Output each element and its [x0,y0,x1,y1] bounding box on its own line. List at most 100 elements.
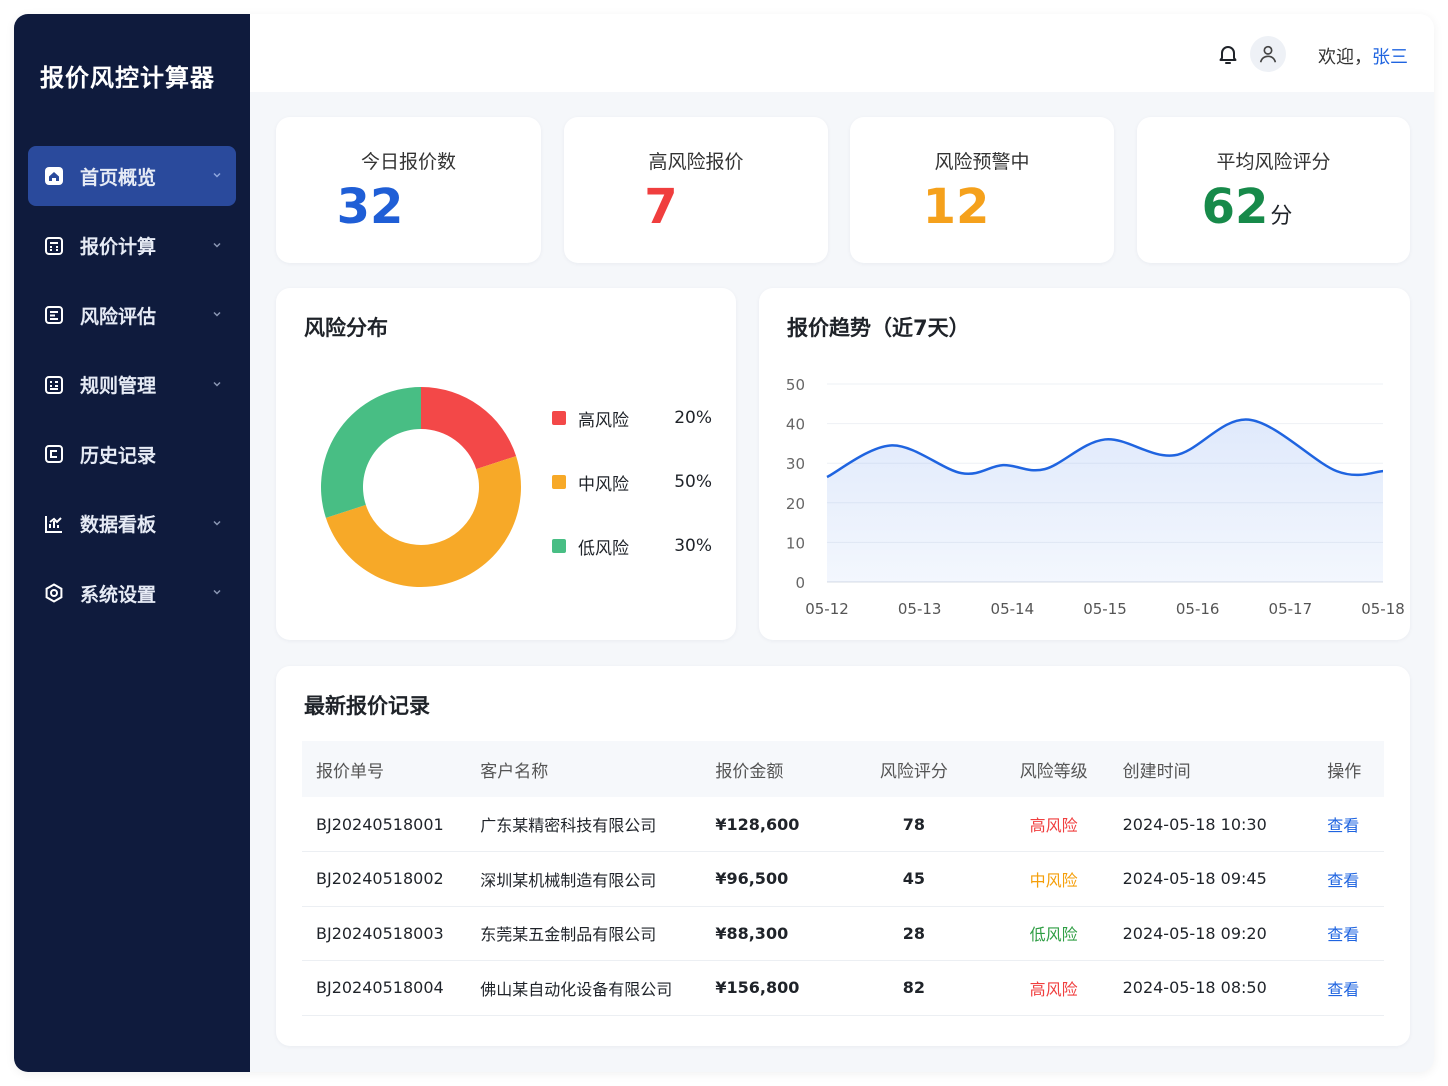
cell-id: BJ20240518001 [302,797,481,852]
header: 欢迎，张三 [250,14,1434,92]
legend-item: 低风险 30% [552,534,712,559]
welcome-text: 欢迎，张三 [1318,43,1408,69]
legend-swatch [552,411,566,425]
cell-time: 2024-05-18 09:45 [1122,851,1328,907]
legend-percent: 50% [674,472,712,492]
donut-slice-low [321,387,421,518]
legend-label: 低风险 [578,538,629,559]
trend-area-chart: 0 10 20 30 40 50 05-12 05-13 05-14 05-15 05-16 05-1… [786,376,1405,618]
sidebar-item-home[interactable]: 首页概览 [28,146,236,206]
trend-card: 报价趋势（近7天） 0 10 20 30 40 50 05-12 05-13 05-14 05-1… [759,288,1410,640]
chevron-down-icon [212,309,222,319]
app-title: 报价风控计算器 [40,64,215,92]
legend-swatch [552,539,566,553]
chevron-down-icon [212,240,222,250]
legend-percent: 30% [674,536,712,556]
sidebar-item-calculator[interactable]: 报价计算 [28,216,236,276]
table-row[interactable]: BJ20240518003 东莞某五金制品有限公司 ¥88,300 28 低风险 2024… [302,906,1384,961]
cell-score: 82 [842,960,985,1016]
stat-value: 62分 [1137,179,1410,235]
x-tick-label: 05-12 [805,600,849,618]
sidebar-item-label: 数据看板 [80,514,157,536]
cell-time: 2024-05-18 10:30 [1122,797,1328,852]
x-tick-label: 05-17 [1269,600,1313,618]
table-row[interactable]: BJ20240518001 广东某精密科技有限公司 ¥128,600 78 高风险 202… [302,797,1384,852]
sidebar-item-settings[interactable]: 系统设置 [28,563,236,623]
table-row[interactable]: BJ20240518004 佛山某自动化设备有限公司 ¥156,800 82 高风险 20… [302,960,1384,1016]
y-tick-label: 0 [795,574,805,592]
view-link[interactable]: 查看 [1327,851,1384,907]
user-icon [1259,45,1277,63]
stat-label: 今日报价数 [360,151,456,173]
chevron-down-icon [212,170,222,180]
view-link[interactable]: 查看 [1327,960,1384,1016]
bell-icon[interactable] [1216,42,1240,66]
x-tick-label: 05-18 [1361,600,1405,618]
stat-card: 高风险报价 7 [564,117,828,263]
cell-level: 低风险 [984,906,1123,961]
user-name-link[interactable]: 张三 [1372,47,1408,68]
view-link[interactable]: 查看 [1327,797,1384,852]
stat-number: 62 [1201,179,1269,235]
sidebar-item-chart[interactable]: 数据看板 [28,494,236,554]
chevron-down-icon [212,587,222,597]
stat-label: 高风险报价 [648,151,744,173]
records-card: 最新报价记录 报价单号 客户名称 报价金额 风险评分 风险等级 创建时间 操作 BJ2024… [276,666,1410,1046]
x-tick-label: 05-13 [898,600,942,618]
sidebar-item-history[interactable]: 历史记录 [28,424,236,484]
sidebar-item-label: 首页概览 [80,166,157,189]
table-row[interactable]: BJ20240518002 深圳某机械制造有限公司 ¥96,500 45 中风险 2024… [302,851,1384,907]
stat-label: 风险预警中 [934,151,1030,173]
cell-level: 高风险 [984,797,1123,852]
x-tick-label: 05-14 [991,600,1035,618]
cell-amount: ¥156,800 [715,960,843,1016]
cell-id: BJ20240518002 [302,851,481,907]
stat-card: 平均风险评分 62分 [1137,117,1410,263]
stat-value: 7 [564,179,828,235]
sidebar-item-label: 历史记录 [80,444,157,467]
sidebar-item-label: 报价计算 [80,236,157,258]
legend-percent: 20% [674,408,712,428]
donut-slice-high [421,387,517,470]
chart-icon [44,514,64,534]
sidebar-item-assessment[interactable]: 风险评估 [28,285,236,345]
records-title: 最新报价记录 [304,694,430,718]
cell-amount: ¥96,500 [715,851,843,907]
y-tick-label: 20 [786,495,805,513]
column-header: 风险等级 [984,741,1123,797]
cell-id: BJ20240518004 [302,960,481,1016]
legend-label: 中风险 [578,474,629,495]
y-tick-label: 30 [786,455,805,473]
column-header: 操作 [1327,741,1384,797]
legend-item: 中风险 50% [552,470,712,495]
sidebar-item-label: 系统设置 [80,583,157,606]
cell-customer: 深圳某机械制造有限公司 [480,851,716,907]
app-window: 报价风控计算器 首页概览报价计算风险评估规则管理历史记录数据看板系统设置 欢迎，… [14,14,1434,1072]
x-tick-label: 05-15 [1083,600,1127,618]
stat-card: 今日报价数 32 [276,117,541,263]
view-link[interactable]: 查看 [1327,906,1384,961]
sidebar-item-rules[interactable]: 规则管理 [28,355,236,415]
welcome-label: 欢迎， [1318,47,1372,68]
cell-customer: 佛山某自动化设备有限公司 [480,960,716,1016]
column-header: 风险评分 [842,741,985,797]
risk-chart-title: 风险分布 [304,316,388,340]
legend-item: 高风险 20% [552,406,712,431]
risk-distribution-card: 风险分布 高风险 20% 中风险 50% 低风险 30% [276,288,736,640]
cell-score: 45 [842,851,985,907]
cell-score: 28 [842,906,985,961]
stat-unit: 分 [1270,204,1293,229]
cell-time: 2024-05-18 09:20 [1122,906,1328,961]
cell-amount: ¥128,600 [715,797,843,852]
avatar[interactable] [1250,36,1286,72]
calculator-icon [44,236,64,256]
cell-amount: ¥88,300 [715,906,843,961]
column-header: 报价金额 [715,741,843,797]
settings-icon [44,583,64,603]
cell-time: 2024-05-18 08:50 [1122,960,1328,1016]
stat-number: 12 [922,179,990,235]
home-icon [44,166,64,186]
y-tick-label: 50 [786,376,805,394]
records-table: 报价单号 客户名称 报价金额 风险评分 风险等级 创建时间 操作 BJ20240518001… [302,741,1384,1016]
stat-value: 12 [850,179,1114,235]
